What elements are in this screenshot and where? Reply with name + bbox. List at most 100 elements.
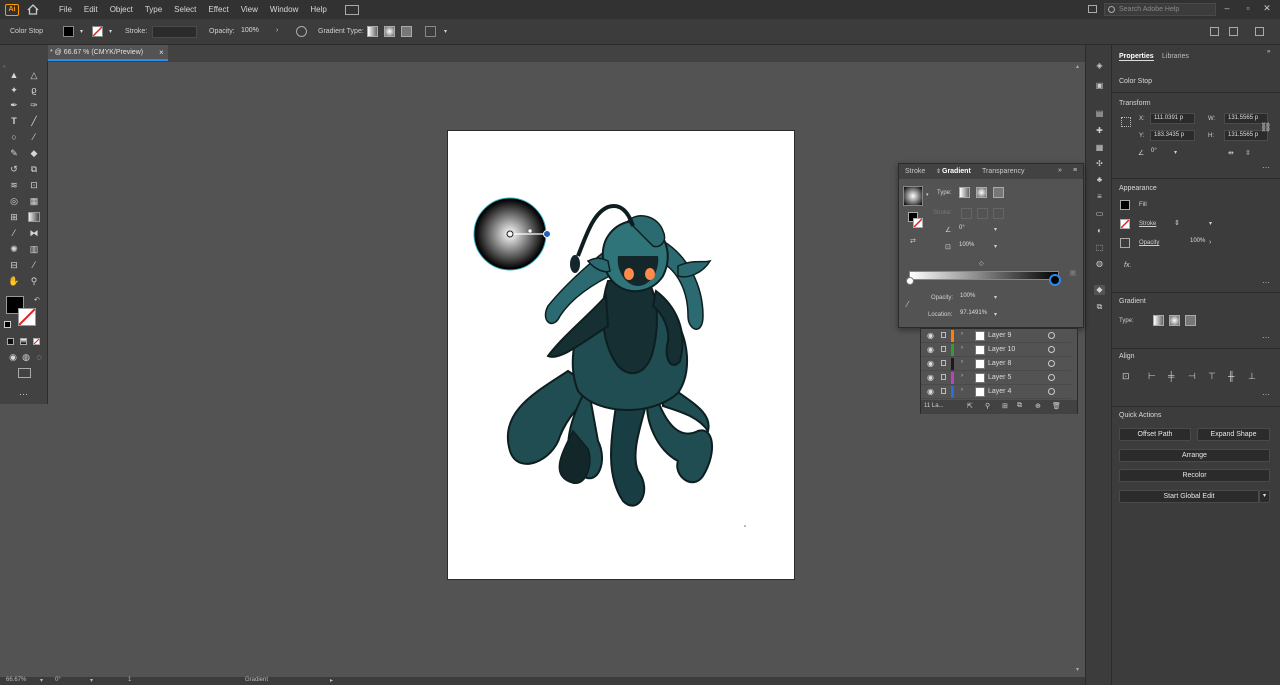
freeform-gradient-icon[interactable] [401,26,412,37]
expand-arrow-icon[interactable]: › [961,359,963,365]
layer-target-icon[interactable] [1048,346,1055,353]
panel-collapse-icon[interactable]: » [1267,49,1270,55]
gradient-tool-icon[interactable] [28,212,40,222]
artboards-panel-icon[interactable]: ⧉ [1094,302,1105,312]
recolor-icon[interactable] [296,26,307,37]
freeform-gradient-icon[interactable] [1185,315,1196,326]
menu-type[interactable]: Type [139,5,168,14]
lock-icon[interactable] [941,374,946,380]
warp-tool-icon[interactable]: ≋ [8,180,20,190]
menu-help[interactable]: Help [304,5,332,14]
color-guide-icon[interactable]: ▤ [1094,109,1105,119]
link-proportions-icon[interactable]: ⛓ [1260,122,1271,133]
search-input[interactable]: Search Adobe Help [1104,3,1216,16]
close-window-button[interactable]: ✕ [1262,3,1272,13]
eye-icon[interactable]: ◉ [927,387,934,396]
align-vcenter-icon[interactable]: ╫ [1228,371,1234,381]
chevron-down-icon[interactable]: ▾ [90,677,93,684]
eyedropper-icon[interactable]: ⁄ [907,300,908,309]
column-graph-tool-icon[interactable]: ▥ [28,244,40,254]
scroll-up-icon[interactable]: ▴ [1076,63,1079,70]
lock-icon[interactable] [941,346,946,352]
shape-builder-tool-icon[interactable]: ◎ [8,196,20,206]
chevron-right-icon[interactable]: ▸ [330,677,333,684]
menu-object[interactable]: Object [104,5,139,14]
scale-tool-icon[interactable]: ⧉ [28,164,40,174]
export-icon[interactable]: ⇱ [967,402,973,410]
menu-window[interactable]: Window [264,5,304,14]
ellipse-tool-icon[interactable]: ○ [8,132,20,142]
align-left-icon[interactable]: ⊢ [1148,371,1156,382]
aspect-ratio-field[interactable]: 100% [956,241,988,252]
eyedropper-tool-icon[interactable]: ⁄ [8,228,20,238]
layer-target-icon[interactable] [1048,360,1055,367]
align-bottom-icon[interactable]: ⊥ [1248,371,1256,382]
layer-row[interactable]: ◉ › Layer 8 [921,357,1071,371]
flip-vertical-icon[interactable]: ⇳ [1245,149,1251,157]
line-tool-icon[interactable]: ╱ [28,116,40,126]
minimize-button[interactable]: – [1222,3,1232,13]
chevron-down-icon[interactable]: ▾ [994,294,997,301]
free-transform-tool-icon[interactable]: ⊡ [28,180,40,190]
linear-gradient-icon[interactable] [1153,315,1164,326]
eye-icon[interactable]: ◉ [927,345,934,354]
close-tab-button[interactable]: × [159,45,164,60]
home-icon[interactable] [25,3,41,17]
align-right-icon[interactable]: ⊣ [1188,371,1196,382]
layer-name[interactable]: Layer 5 [988,374,1011,381]
chevron-down-icon[interactable]: ▾ [80,28,83,35]
perspective-grid-tool-icon[interactable]: ▦ [28,196,40,206]
panel-menu-icon[interactable]: ≡ [1073,167,1077,174]
swatches-panel-icon[interactable]: ▦ [1094,143,1105,153]
eraser-tool-icon[interactable]: ◆ [28,148,40,158]
symbols-panel-icon[interactable]: ♣ [1094,175,1105,185]
expand-arrow-icon[interactable]: › [961,373,963,379]
radial-gradient-icon[interactable] [1169,315,1180,326]
lock-icon[interactable] [941,388,946,394]
gradient-panel-icon[interactable]: ▭ [1094,209,1105,219]
curvature-tool-icon[interactable]: ✑ [28,100,40,110]
gradient-start-stop[interactable] [906,277,914,285]
expand-shape-button[interactable]: Expand Shape [1197,428,1270,441]
clipping-mask-icon[interactable]: ⊞ [1002,402,1008,410]
angle-field[interactable]: 0° [956,224,988,235]
chevron-down-icon[interactable]: ▾ [926,192,929,198]
delete-stop-icon[interactable]: ▣ [1069,268,1077,277]
recolor-button[interactable]: Recolor [1119,469,1270,482]
stroke-weight-field[interactable] [152,26,197,38]
gradient-mode-icon[interactable] [20,338,27,345]
draw-inside-icon[interactable]: ◌ [33,352,45,362]
lock-icon[interactable] [941,332,946,338]
start-global-edit-button[interactable]: Start Global Edit [1119,490,1259,503]
chevron-down-icon[interactable]: ▾ [1174,149,1177,156]
chevron-right-icon[interactable]: › [1209,239,1211,246]
offset-path-button[interactable]: Offset Path [1119,428,1191,441]
draw-behind-icon[interactable]: ◍ [20,352,32,362]
y-field[interactable]: 183.3435 p [1150,130,1195,141]
layer-row[interactable]: ◉ › Layer 9 [921,329,1071,343]
opacity-field[interactable]: 100% [238,26,272,38]
stroke-color-swatch[interactable] [18,308,36,326]
symbol-sprayer-tool-icon[interactable]: ✺ [8,244,20,254]
gradient-preview-swatch[interactable] [903,186,923,206]
tab-transparency[interactable]: Transparency [982,168,1025,175]
scroll-down-icon[interactable]: ▾ [1076,666,1079,673]
reference-point-icon[interactable] [1121,117,1131,127]
paintbrush-tool-icon[interactable]: ⁄ [28,132,40,142]
tab-libraries[interactable]: Libraries [1162,53,1189,60]
layer-name[interactable]: Layer 9 [988,332,1011,339]
brushes-panel-icon[interactable]: ✣ [1094,159,1105,169]
new-layer-icon[interactable]: ⊕ [1035,402,1041,410]
layer-target-icon[interactable] [1048,332,1055,339]
graphic-styles-icon[interactable]: ◍ [1094,259,1105,269]
eye-icon[interactable]: ◉ [927,359,934,368]
align-icon[interactable] [425,26,436,37]
direct-selection-tool-icon[interactable]: △ [28,70,40,80]
hand-tool-icon[interactable]: ✋ [8,276,20,286]
color-panel-icon[interactable]: ✚ [1094,126,1105,136]
chevron-down-icon[interactable]: ▾ [40,677,43,684]
gradient-midpoint-handle[interactable] [527,228,533,234]
magic-wand-tool-icon[interactable]: ✦ [8,85,20,95]
chevron-down-icon[interactable]: ▾ [994,226,997,233]
pen-tool-icon[interactable]: ✒ [8,100,20,110]
